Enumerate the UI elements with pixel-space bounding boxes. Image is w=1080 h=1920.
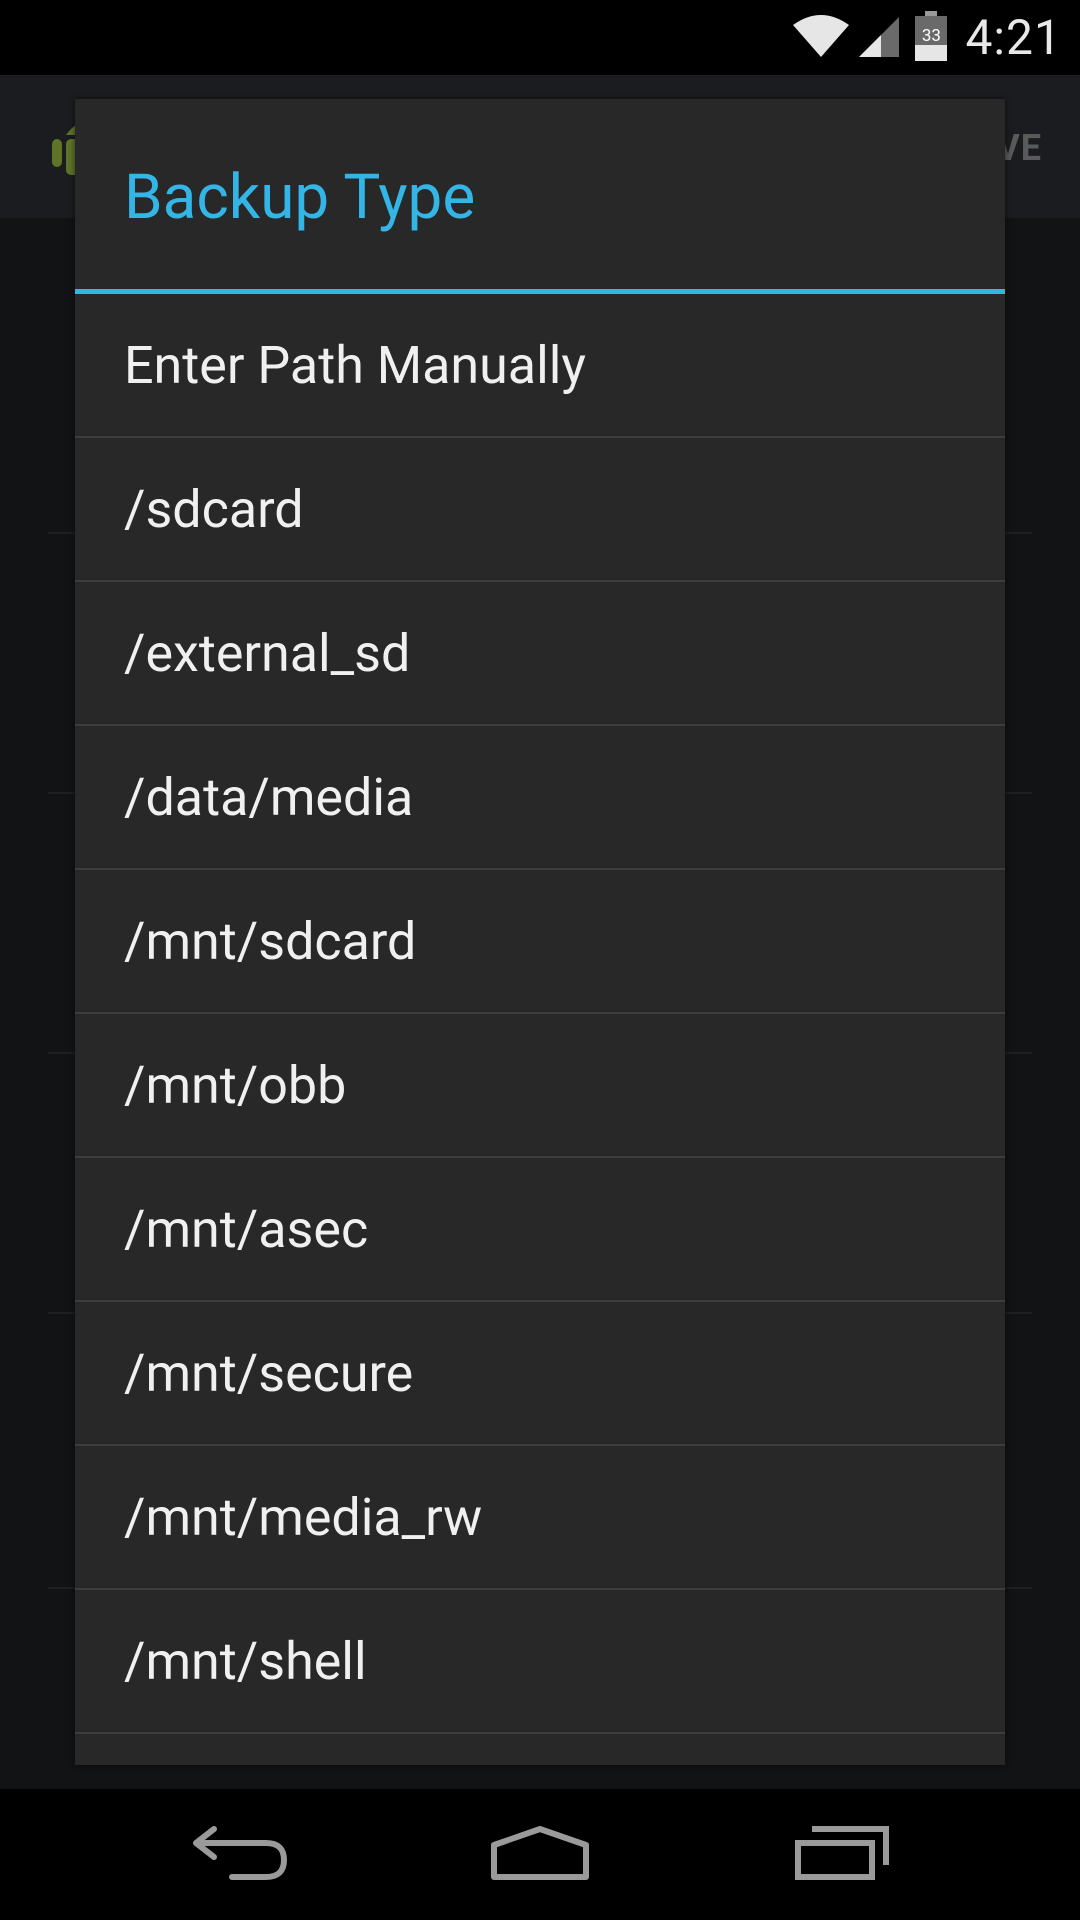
option-mnt-asec[interactable]: /mnt/asec [75,1158,1005,1302]
recent-apps-icon [794,1825,890,1885]
wifi-icon [791,13,851,63]
cell-signal-icon [857,13,901,63]
back-button[interactable] [140,1789,340,1920]
option-external-sd[interactable]: /external_sd [75,582,1005,726]
option-list: Enter Path Manually /sdcard /external_sd… [75,294,1005,1734]
option-mnt-obb[interactable]: /mnt/obb [75,1014,1005,1158]
dialog-title: Backup Type [124,161,476,234]
option-mnt-shell[interactable]: /mnt/shell [75,1590,1005,1734]
status-bar: 33 4:21 [0,0,1080,75]
option-enter-path-manually[interactable]: Enter Path Manually [75,294,1005,438]
back-icon [192,1825,288,1885]
navigation-bar [0,1789,1080,1920]
status-time: 4:21 [965,9,1062,66]
battery-icon: 33 [915,10,948,65]
option-mnt-sdcard[interactable]: /mnt/sdcard [75,870,1005,1014]
home-button[interactable] [440,1789,640,1920]
home-icon [490,1825,590,1885]
option-sdcard[interactable]: /sdcard [75,438,1005,582]
option-mnt-secure[interactable]: /mnt/secure [75,1302,1005,1446]
battery-level-text: 33 [921,25,941,46]
option-mnt-media-rw[interactable]: /mnt/media_rw [75,1446,1005,1590]
recent-apps-button[interactable] [742,1789,942,1920]
option-data-media[interactable]: /data/media [75,726,1005,870]
backup-type-dialog: Backup Type Enter Path Manually /sdcard … [75,99,1005,1765]
screen: 33 4:21 VE Backup Type Enter Path Manual… [0,0,1080,1920]
